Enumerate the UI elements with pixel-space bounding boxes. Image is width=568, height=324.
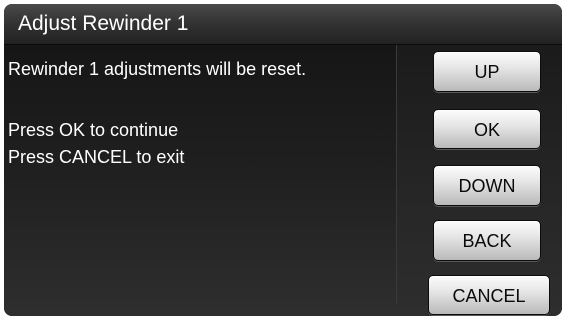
ok-instruction-text: Press OK to continue xyxy=(8,120,179,140)
up-button[interactable]: UP xyxy=(433,51,541,92)
back-button[interactable]: BACK xyxy=(433,220,541,261)
message-panel: Rewinder 1 adjustments will be reset. Pr… xyxy=(4,45,397,304)
cancel-instruction-text: Press CANCEL to exit xyxy=(8,147,185,167)
screen-title: Adjust Rewinder 1 xyxy=(18,12,189,35)
down-button[interactable]: DOWN xyxy=(433,165,541,206)
ok-button[interactable]: OK xyxy=(433,109,541,149)
reset-warning-text: Rewinder 1 adjustments will be reset. xyxy=(8,59,307,79)
cancel-button[interactable]: CANCEL xyxy=(428,275,550,315)
title-bar: Adjust Rewinder 1 xyxy=(4,4,562,45)
